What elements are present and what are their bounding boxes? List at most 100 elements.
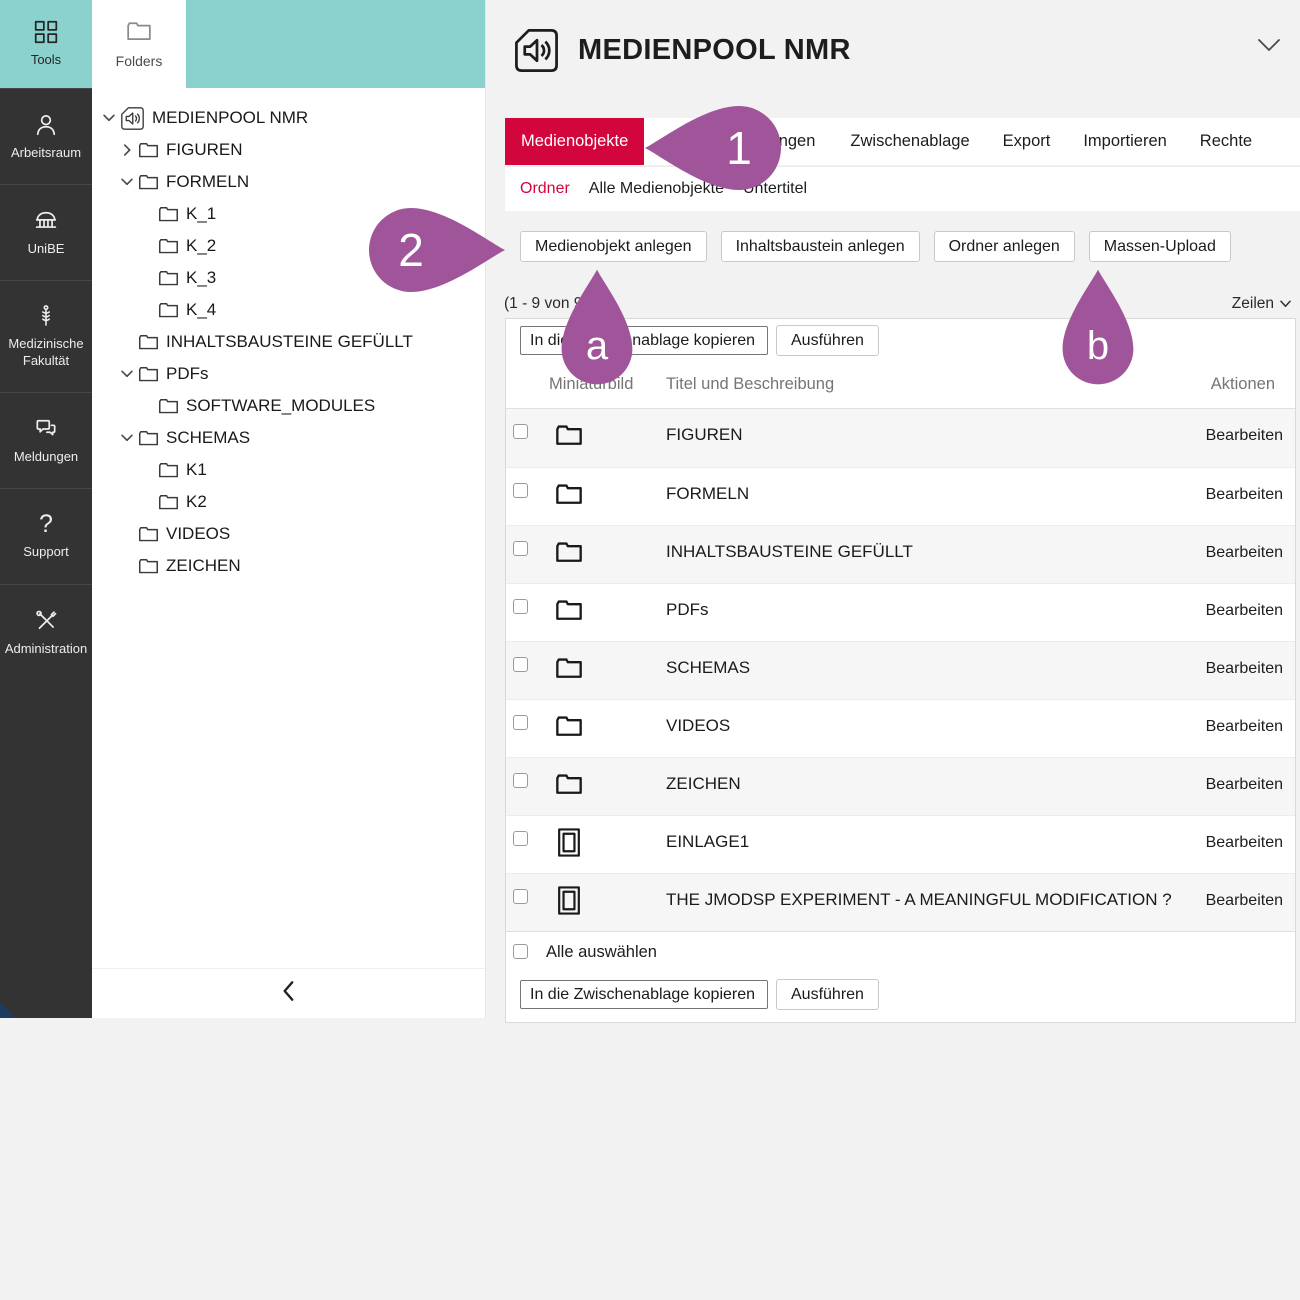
- row-title[interactable]: EINLAGE1: [666, 832, 749, 852]
- row-title[interactable]: INHALTSBAUSTEINE GEFÜLLT: [666, 542, 913, 562]
- mediapool-icon: [513, 27, 560, 74]
- tree-item-label: K_2: [186, 236, 216, 256]
- tree-item-figuren[interactable]: FIGUREN: [92, 134, 485, 166]
- medienobjekt-anlegen-button[interactable]: Medienobjekt anlegen: [520, 231, 707, 262]
- tree-item-pdfs[interactable]: PDFs: [92, 358, 485, 390]
- chevron-down-icon[interactable]: [116, 173, 138, 191]
- subtab-ordner[interactable]: Ordner: [520, 180, 570, 198]
- row-checkbox[interactable]: [513, 541, 528, 556]
- tab-einstellungen[interactable]: Einstellungen: [716, 118, 815, 165]
- bearbeiten-link[interactable]: Bearbeiten: [1206, 486, 1283, 504]
- tab-folders[interactable]: Folders: [92, 0, 186, 88]
- bulk-action-select[interactable]: In die Zwischenablage kopieren: [520, 326, 768, 355]
- sidebar-item-label: Administration: [1, 641, 91, 658]
- sidebar-item-meldungen[interactable]: Meldungen: [0, 392, 92, 488]
- tree-item-k2-formeln[interactable]: K_2: [92, 230, 485, 262]
- media-table-panel: In die Zwischenablage kopieren Ausführen…: [505, 318, 1296, 1023]
- chevron-down-icon[interactable]: [116, 429, 138, 447]
- row-title[interactable]: SCHEMAS: [666, 658, 750, 678]
- table-row-figuren: FIGUREN Bearbeiten: [506, 409, 1295, 467]
- tree-item-label: K1: [186, 460, 207, 480]
- sidebar-item-arbeitsraum[interactable]: Arbeitsraum: [0, 88, 92, 184]
- bulk-action-select[interactable]: In die Zwischenablage kopieren: [520, 980, 768, 1009]
- row-title[interactable]: VIDEOS: [666, 716, 730, 736]
- bearbeiten-link[interactable]: Bearbeiten: [1206, 892, 1283, 910]
- tab-zwischenablage[interactable]: Zwischenablage: [850, 118, 969, 165]
- sidebar-item-medizinische-fakultaet[interactable]: Medizinische Fakultät: [0, 280, 92, 392]
- select-all-checkbox[interactable]: [513, 944, 528, 959]
- sidebar-item-administration[interactable]: Administration: [0, 584, 92, 680]
- bearbeiten-link[interactable]: Bearbeiten: [1206, 544, 1283, 562]
- row-title[interactable]: FIGUREN: [666, 425, 743, 445]
- bearbeiten-link[interactable]: Bearbeiten: [1206, 660, 1283, 678]
- tab-export[interactable]: Export: [1003, 118, 1051, 165]
- subtab-untertitel[interactable]: Untertitel: [743, 180, 807, 198]
- bearbeiten-link[interactable]: Bearbeiten: [1206, 776, 1283, 794]
- tree-item-label: K_1: [186, 204, 216, 224]
- tree-item-inhaltsbausteine-gefuellt[interactable]: INHALTSBAUSTEINE GEFÜLLT: [92, 326, 485, 358]
- row-checkbox[interactable]: [513, 599, 528, 614]
- row-title[interactable]: ZEICHEN: [666, 774, 741, 794]
- tree-header: Folders: [92, 0, 485, 88]
- tree-item-k2-schemas[interactable]: K2: [92, 486, 485, 518]
- row-checkbox[interactable]: [513, 889, 528, 904]
- bearbeiten-link[interactable]: Bearbeiten: [1206, 602, 1283, 620]
- row-checkbox[interactable]: [513, 715, 528, 730]
- sidebar-item-label: Support: [19, 544, 73, 561]
- tree-item-videos[interactable]: VIDEOS: [92, 518, 485, 550]
- row-title[interactable]: THE JMODSP EXPERIMENT - A MEANINGFUL MOD…: [666, 890, 1172, 910]
- tree-item-label: K_3: [186, 268, 216, 288]
- chevron-down-icon[interactable]: [1256, 36, 1282, 59]
- ausfuehren-button[interactable]: Ausführen: [776, 979, 879, 1010]
- inhaltsbaustein-anlegen-button[interactable]: Inhaltsbaustein anlegen: [721, 231, 920, 262]
- folder-icon: [138, 525, 159, 543]
- page-header: MEDIENPOOL NMR: [513, 24, 851, 76]
- table-row-formeln: FORMELN Bearbeiten: [506, 467, 1295, 525]
- tree-item-k3-formeln[interactable]: K_3: [92, 262, 485, 294]
- subtab-alle-medienobjekte[interactable]: Alle Medienobjekte: [589, 180, 724, 198]
- tab-importieren[interactable]: Importieren: [1083, 118, 1166, 165]
- row-checkbox[interactable]: [513, 773, 528, 788]
- sidebar-item-support[interactable]: ? Support: [0, 488, 92, 584]
- row-checkbox[interactable]: [513, 483, 528, 498]
- rows-dropdown[interactable]: Zeilen: [1232, 295, 1292, 313]
- chevron-left-icon[interactable]: [278, 978, 300, 1009]
- row-checkbox[interactable]: [513, 657, 528, 672]
- folder-icon: [555, 656, 583, 680]
- tree-item-software-modules[interactable]: SOFTWARE_MODULES: [92, 390, 485, 422]
- tree-item-k1-schemas[interactable]: K1: [92, 454, 485, 486]
- tree-item-zeichen[interactable]: ZEICHEN: [92, 550, 485, 582]
- tree-collapse-bar: [92, 968, 485, 1018]
- row-checkbox[interactable]: [513, 831, 528, 846]
- table-row-zeichen: ZEICHEN Bearbeiten: [506, 757, 1295, 815]
- massen-upload-button[interactable]: Massen-Upload: [1089, 231, 1231, 262]
- folder-icon: [138, 365, 159, 383]
- tree-item-k4-formeln[interactable]: K_4: [92, 294, 485, 326]
- bulk-action-selected: In die Zwischenablage kopieren: [530, 332, 755, 350]
- ausfuehren-button[interactable]: Ausführen: [776, 325, 879, 356]
- sidebar-item-tools[interactable]: Tools: [0, 0, 92, 88]
- tab-rechte[interactable]: Rechte: [1200, 118, 1252, 165]
- row-title[interactable]: FORMELN: [666, 484, 749, 504]
- tree-item-medienpool-nmr[interactable]: MEDIENPOOL NMR: [92, 102, 485, 134]
- sidebar-item-unibe[interactable]: UniBE: [0, 184, 92, 280]
- folder-icon: [158, 301, 179, 319]
- chevron-down-icon[interactable]: [116, 365, 138, 383]
- bearbeiten-link[interactable]: Bearbeiten: [1206, 718, 1283, 736]
- column-miniaturbild: Miniaturbild: [549, 375, 633, 394]
- table-row-einlage1: EINLAGE1 Bearbeiten: [506, 815, 1295, 873]
- folder-icon: [138, 557, 159, 575]
- chevron-right-icon[interactable]: [116, 141, 138, 159]
- bearbeiten-link[interactable]: Bearbeiten: [1206, 834, 1283, 852]
- tree-item-k1-formeln[interactable]: K_1: [92, 198, 485, 230]
- select-all-label: Alle auswählen: [546, 943, 657, 962]
- bearbeiten-link[interactable]: Bearbeiten: [1206, 427, 1283, 445]
- tab-medienobjekte[interactable]: Medienobjekte: [505, 118, 644, 165]
- chevron-down-icon[interactable]: [98, 109, 120, 127]
- tree-item-schemas[interactable]: SCHEMAS: [92, 422, 485, 454]
- folder-icon: [555, 598, 583, 622]
- ordner-anlegen-button[interactable]: Ordner anlegen: [934, 231, 1075, 262]
- tree-item-formeln[interactable]: FORMELN: [92, 166, 485, 198]
- row-title[interactable]: PDFs: [666, 600, 709, 620]
- row-checkbox[interactable]: [513, 424, 528, 439]
